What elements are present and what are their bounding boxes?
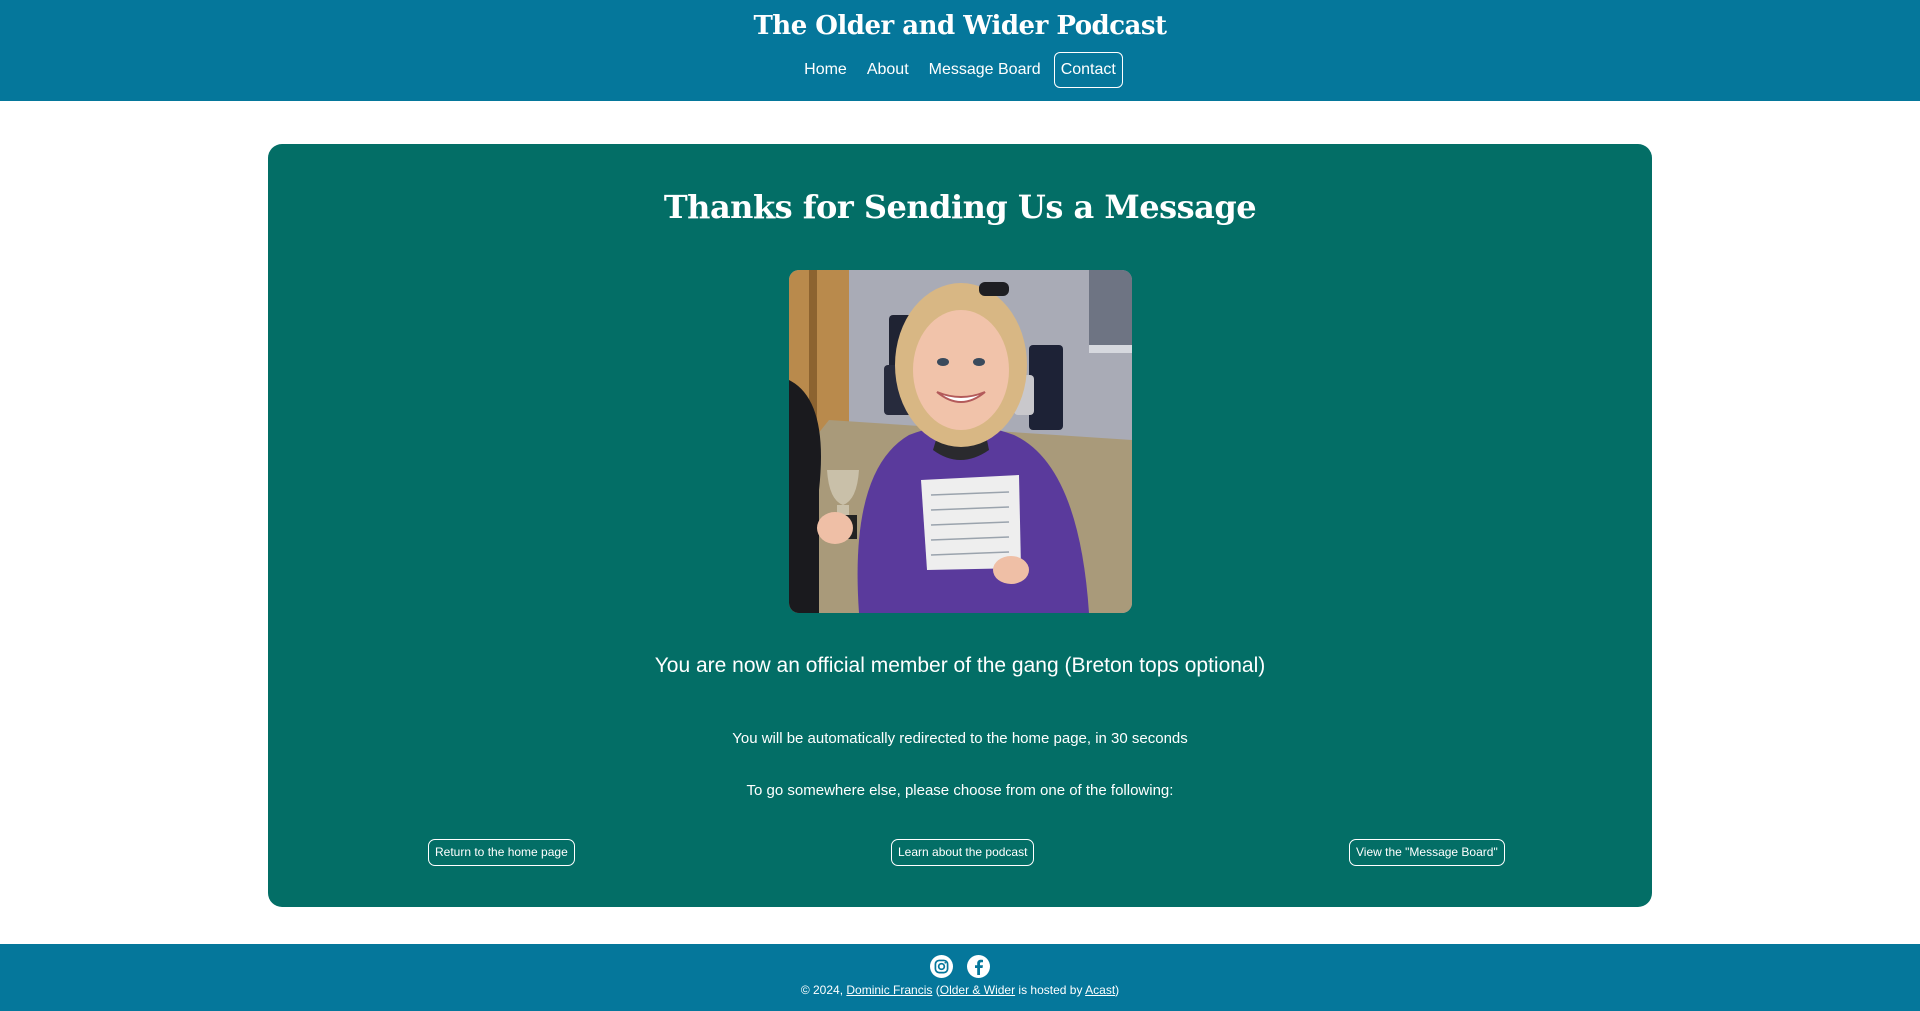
return-home-button[interactable]: Return to the home page: [428, 839, 575, 866]
instagram-icon[interactable]: [930, 955, 953, 978]
site-title: The Older and Wider Podcast: [753, 11, 1167, 41]
copyright-prefix: © 2024,: [800, 983, 847, 997]
choose-destination-text: To go somewhere else, please choose from…: [746, 782, 1174, 799]
nav-contact-link[interactable]: Contact: [1053, 52, 1123, 88]
learn-about-button[interactable]: Learn about the podcast: [891, 839, 1035, 866]
member-photo: [789, 270, 1132, 613]
social-links: [0, 955, 1920, 978]
site-header: The Older and Wider Podcast Home About M…: [0, 0, 1920, 101]
hosted-by-text: is hosted by: [1015, 983, 1086, 997]
site-link[interactable]: Older & Wider: [940, 983, 1015, 997]
paren-close: ): [1115, 983, 1120, 997]
view-message-board-button[interactable]: View the "Message Board": [1349, 839, 1505, 866]
nav-message-board-link[interactable]: Message Board: [922, 52, 1048, 88]
nav-home-link[interactable]: Home: [797, 52, 854, 88]
member-tagline: You are now an official member of the ga…: [654, 654, 1266, 677]
author-link[interactable]: Dominic Francis: [846, 983, 932, 997]
page-heading: Thanks for Sending Us a Message: [663, 188, 1257, 226]
paren-open: (: [932, 983, 940, 997]
thank-you-card: Thanks for Sending Us a Message You are …: [268, 144, 1652, 907]
redirect-notice: You will be automatically redirected to …: [732, 730, 1188, 747]
copyright-line: © 2024, Dominic Francis (Older & Wider i…: [0, 982, 1920, 998]
nav-about-link[interactable]: About: [860, 52, 916, 88]
main-nav: Home About Message Board Contact: [797, 52, 1123, 88]
host-link[interactable]: Acast: [1085, 983, 1115, 997]
site-footer: © 2024, Dominic Francis (Older & Wider i…: [0, 944, 1920, 1011]
facebook-icon[interactable]: [967, 955, 990, 978]
